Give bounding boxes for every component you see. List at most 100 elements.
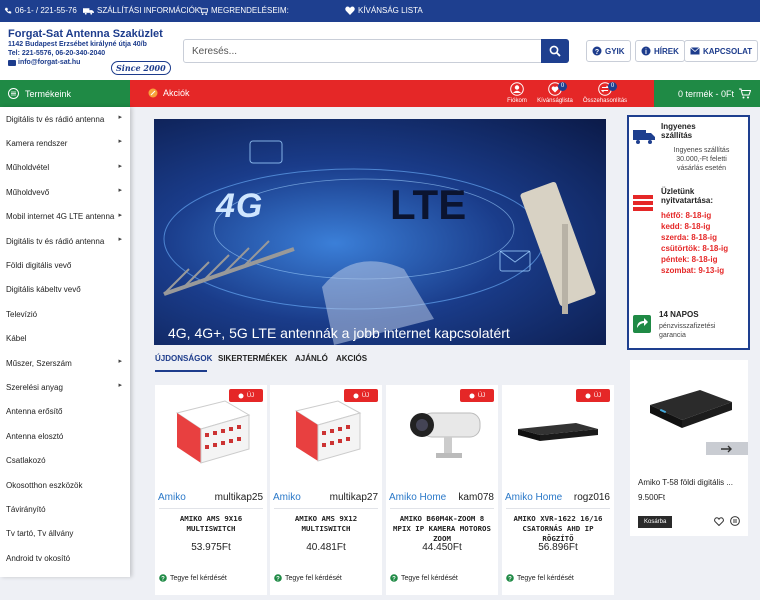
side-product-card[interactable]: Amiko T-58 földi digitális ... 9.500Ft K… (630, 360, 748, 536)
carousel-next-button[interactable] (706, 442, 748, 455)
ask-question-link[interactable]: ? Tegye fel kérdését (506, 574, 574, 582)
ask-question-link[interactable]: ? Tegye fel kérdését (390, 574, 458, 582)
multiswitch-image[interactable] (280, 393, 372, 473)
sidebar-item[interactable]: Okosotthon eszközök (0, 473, 130, 497)
sidebar-item[interactable]: Műszer, Szerszám ▸ (0, 351, 130, 375)
product-brand[interactable]: Amiko Home (389, 492, 446, 503)
new-badge: ÚJ (344, 389, 378, 402)
compare-link[interactable]: 0 Összehasonlítás (580, 82, 630, 104)
contact-button[interactable]: KAPCSOLAT (684, 40, 759, 62)
since-badge: Since 2000 (111, 61, 171, 75)
sidebar-item[interactable]: Műholdvevő ▸ (0, 180, 130, 204)
question-icon: ? (592, 46, 602, 56)
product-brand[interactable]: Amiko Home (505, 492, 562, 503)
sidebar-item[interactable]: Digitális tv és rádió antenna ▸ (0, 229, 130, 253)
chevron-right-icon: ▸ (118, 357, 122, 365)
sidebar-item[interactable]: Mobil internet 4G LTE antenna ▸ (0, 205, 130, 229)
sidebar-item[interactable]: Kábel (0, 327, 130, 351)
chevron-right-icon: ▸ (118, 382, 122, 390)
sidebar-item[interactable]: Antenna elosztó (0, 424, 130, 448)
tab-bestsellers[interactable]: SIKERTERMÉKEK (218, 354, 287, 363)
sidebar-item[interactable]: Digitális tv és rádió antenna ▸ (0, 107, 130, 131)
wishlist-nav-link[interactable]: 0 Kívánságlista (530, 82, 580, 104)
sidebar-item-label: Szerelési anyag (6, 382, 63, 392)
svg-text:?: ? (392, 576, 396, 582)
wishlist-count: 0 (558, 82, 567, 91)
wishlist-link[interactable]: KÍVÁNSÁG LISTA (345, 6, 423, 16)
sidebar-item[interactable]: Földi digitális vevő (0, 253, 130, 277)
camera-image[interactable] (396, 393, 488, 473)
side-product-name[interactable]: Amiko T-58 földi digitális ... (638, 478, 733, 487)
sidebar-item[interactable]: Antenna erősítő (0, 400, 130, 424)
hero-banner[interactable]: 4G LTE 4G, 4G+, 5G LTE antennák a jobb i… (154, 119, 606, 345)
add-to-cart-button[interactable]: Kosárba (638, 516, 673, 528)
sidebar-item-label: Kábel (6, 334, 27, 344)
sidebar-item-label: Digitális kábeltv vevő (6, 285, 81, 295)
sidebar-item[interactable]: Digitális kábeltv vevő (0, 278, 130, 302)
chevron-right-icon: ▸ (118, 114, 122, 121)
opening-hours-list: hétfő: 8-18-ig kedd: 8-18-ig szerda: 8-1… (661, 210, 728, 276)
cart-summary[interactable]: 0 termék - 0Ft (654, 80, 760, 107)
promo-link[interactable]: Akciók (148, 88, 190, 98)
search-button[interactable] (541, 39, 569, 63)
product-title[interactable]: AMIKO AMS 9X16 MULTISWITCH (159, 514, 263, 534)
product-code: kam078 (458, 492, 494, 503)
sidebar-item[interactable]: Televízió (0, 302, 130, 326)
recorder-image[interactable] (512, 393, 604, 473)
ask-question-link[interactable]: ? Tegye fel kérdését (159, 574, 227, 582)
sidebar-item[interactable]: Műholdvétel ▸ (0, 156, 130, 180)
divider (274, 508, 378, 509)
news-button[interactable]: i HÍREK (635, 40, 685, 62)
sidebar-item-label: Műholdvevő (6, 187, 50, 197)
shipping-info-link[interactable]: SZÁLLÍTÁSI INFORMÁCIÓK: (83, 6, 202, 15)
sidebar-item-label: Tv tartó, Tv állvány (6, 529, 74, 539)
heart-icon[interactable] (714, 517, 724, 526)
product-card[interactable]: ÚJ Amiko multikap27 AMIKO AMS 9X12 MULTISWI… (270, 385, 382, 595)
ask-question-link[interactable]: ? Tegye fel kérdését (274, 574, 342, 582)
product-brand[interactable]: Amiko (273, 492, 301, 503)
question-icon: ? (274, 574, 282, 582)
product-card[interactable]: ÚJ Amiko Home rogz016 AMIKO XVR-1622 16/16 … (502, 385, 614, 595)
svg-text:?: ? (508, 576, 512, 582)
divider (390, 508, 494, 509)
free-shipping-title-2: szállítás (661, 131, 693, 140)
sidebar-item[interactable]: Szerelési anyag ▸ (0, 375, 130, 399)
sidebar-item-label: Televízió (6, 309, 38, 319)
product-card[interactable]: ÚJ Amiko Home kam078 AMIKO B60M4K-ZOOM 8 MP… (386, 385, 498, 595)
products-menu-button[interactable]: Termékeink (0, 80, 130, 107)
sidebar-item-label: Digitális tv és rádió antenna (6, 236, 105, 246)
sidebar-item[interactable]: Kamera rendszer ▸ (0, 131, 130, 155)
tab-new[interactable]: ÚJDONSÁGOK (155, 354, 212, 363)
product-title[interactable]: AMIKO AMS 9X12 MULTISWITCH (274, 514, 378, 534)
product-title[interactable]: AMIKO XVR-1622 16/16 CSATORNÁS AHD IP RÖ… (506, 514, 610, 544)
envelope-icon (8, 59, 16, 66)
envelope-icon (690, 47, 700, 55)
divider (159, 508, 263, 509)
sidebar-item[interactable]: Tv tartó, Tv állvány (0, 522, 130, 546)
faq-button[interactable]: ? GYIK (586, 40, 631, 62)
sidebar-item[interactable]: Android tv okosító (0, 546, 130, 570)
chevron-right-icon: ▸ (118, 211, 122, 219)
product-brand[interactable]: Amiko (158, 492, 186, 503)
refund-text-1: pénzvisszafizetési (659, 323, 716, 330)
multiswitch-image[interactable] (165, 393, 257, 473)
product-code: multikap25 (214, 492, 263, 503)
product-card[interactable]: ÚJ Amiko multikap25 AMIKO AMS 9X16 MULTISWI… (155, 385, 267, 595)
banner-caption: 4G, 4G+, 5G LTE antennák a jobb internet… (168, 325, 510, 341)
sidebar-item-label: Digitális tv és rádió antenna (6, 114, 105, 124)
tag-icon (353, 393, 359, 398)
my-orders-link[interactable]: MEGRENDELÉSEIM: (199, 6, 289, 15)
sidebar-item[interactable]: Csatlakozó (0, 448, 130, 472)
compare-icon[interactable] (730, 516, 740, 526)
sidebar-item[interactable]: Távirányító (0, 497, 130, 521)
search-input[interactable] (184, 40, 534, 62)
tab-recommended[interactable]: AJÁNLÓ (295, 354, 328, 363)
product-title[interactable]: AMIKO B60M4K-ZOOM 8 MPIX IP KAMERA MOTOR… (390, 514, 494, 544)
store-logo[interactable]: Forgat-Sat Antenna Szaküzlet 1142 Budape… (8, 28, 173, 78)
search-icon (549, 45, 561, 57)
product-price: 56.896Ft (538, 542, 578, 553)
opening-title-2: nyitvatartása: (661, 196, 714, 205)
opening-title-1: Üzletünk (661, 187, 695, 196)
svg-text:?: ? (276, 576, 280, 582)
tab-sale[interactable]: AKCIÓS (336, 354, 367, 363)
